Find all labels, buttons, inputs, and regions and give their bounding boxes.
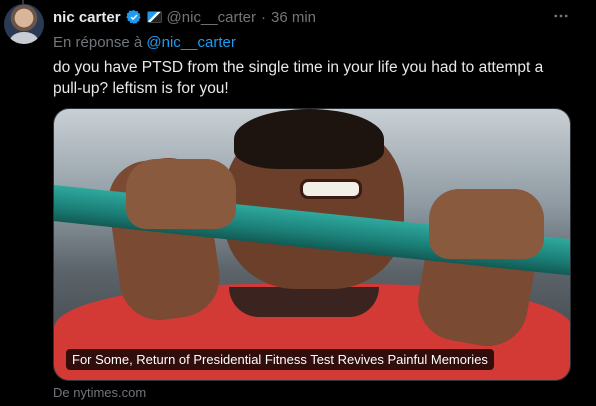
verified-badge-icon [125, 10, 141, 24]
tweet-text: do you have PTSD from the single time in… [53, 59, 544, 97]
timestamp[interactable]: 36 min [271, 9, 316, 26]
author-handle[interactable]: @nic__carter [167, 9, 256, 26]
author-name[interactable]: nic carter [53, 9, 121, 26]
tweet-header: nic carter @nic__carter · 36 min [53, 7, 316, 27]
card-caption: For Some, Return of Presidential Fitness… [66, 349, 494, 370]
affiliate-badge-icon [146, 11, 162, 23]
card-image [54, 109, 570, 380]
reply-context: En réponse à @nic__carter [53, 34, 236, 51]
more-options-icon[interactable] [552, 7, 570, 30]
reply-handle-link[interactable]: @nic__carter [146, 34, 235, 51]
avatar[interactable] [4, 4, 44, 44]
link-preview-card[interactable]: For Some, Return of Presidential Fitness… [53, 108, 571, 381]
separator-dot: · [260, 8, 266, 26]
reply-prefix: En réponse à [53, 34, 143, 51]
card-source-link[interactable]: De nytimes.com [53, 385, 146, 400]
